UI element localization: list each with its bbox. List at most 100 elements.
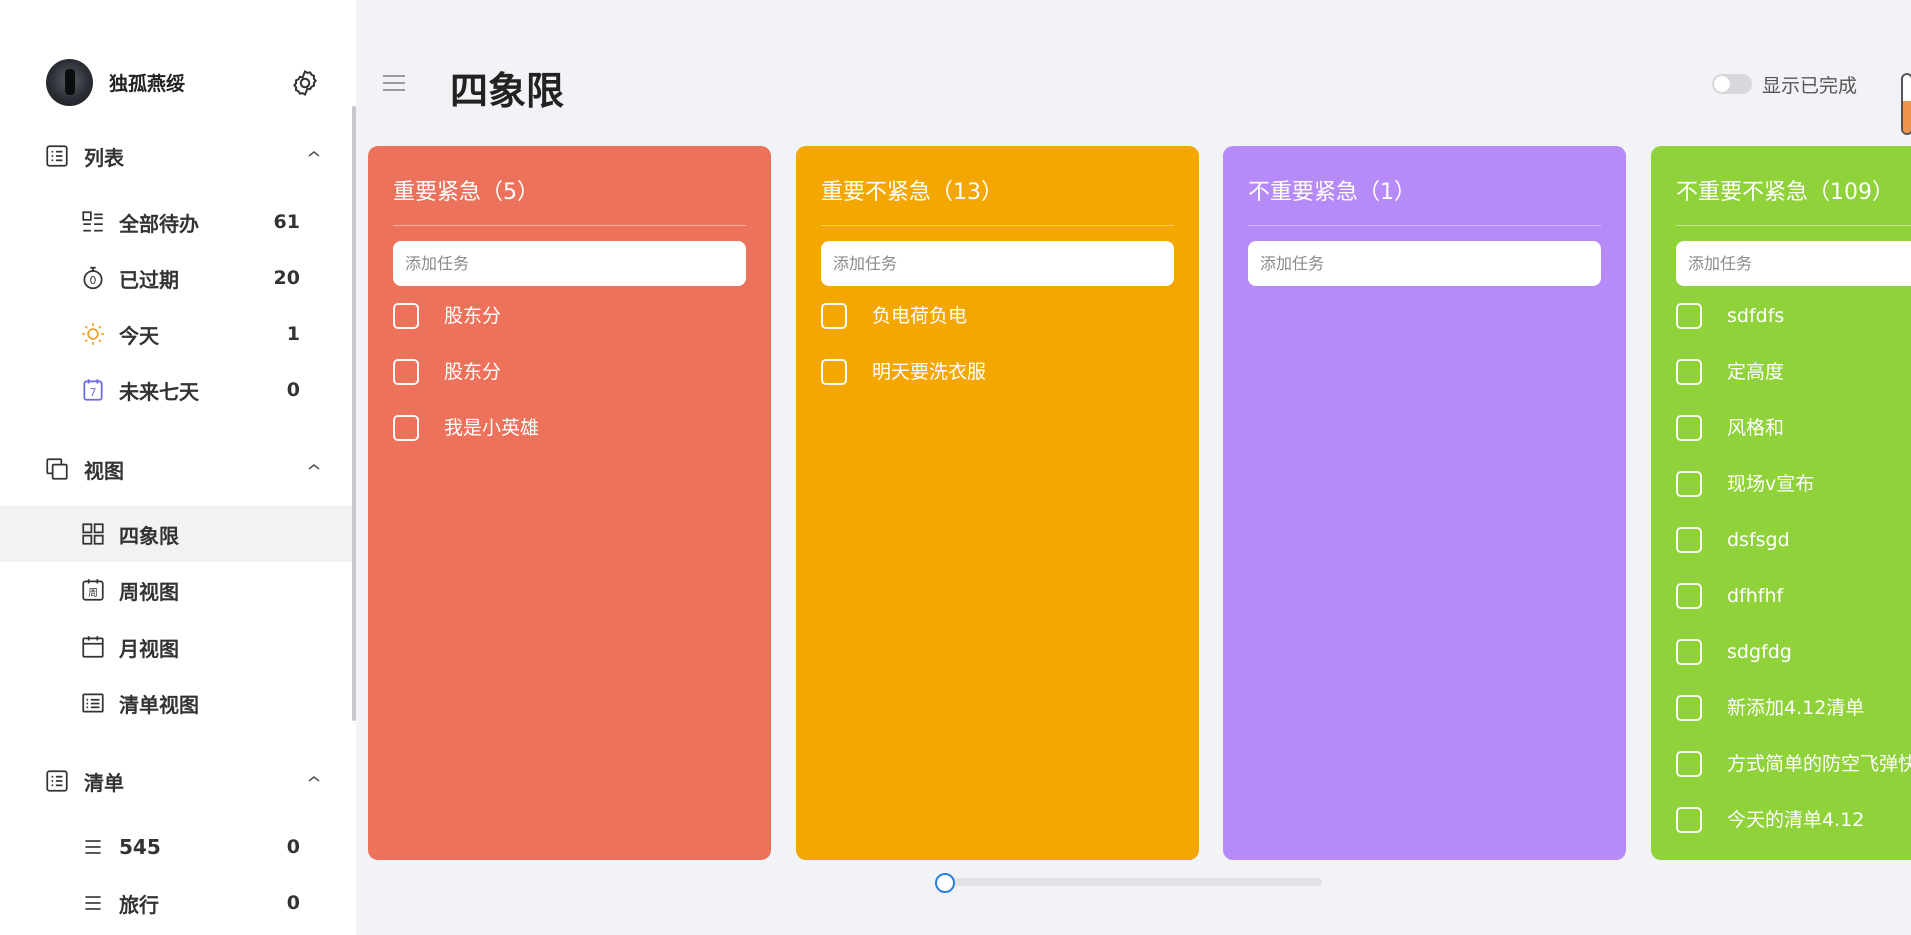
task-checkbox[interactable] (1676, 415, 1702, 441)
add-task-input[interactable] (1676, 241, 1911, 286)
page-title: 四象限 (450, 69, 565, 113)
task-title[interactable]: 现场v宣布 (1727, 469, 1814, 499)
sidebar-item-overdue[interactable]: 0 已过期 20 (0, 250, 352, 306)
task-item[interactable]: 股东分 (393, 301, 771, 357)
task-checkbox[interactable] (393, 359, 419, 385)
sidebar-item-label: 四象限 (119, 523, 179, 548)
task-title[interactable]: 明天要洗衣服 (872, 357, 986, 387)
task-checkbox[interactable] (1676, 359, 1702, 385)
task-item[interactable]: 股东分 (393, 357, 771, 413)
view-icon (46, 458, 68, 480)
sidebar-item-next-seven-days[interactable]: 7 未来七天 0 (0, 362, 352, 418)
task-item[interactable]: 明天要洗衣服 (821, 357, 1199, 413)
task-title[interactable]: dfhfhf (1727, 581, 1783, 611)
task-checkbox[interactable] (821, 359, 847, 385)
sidebar-item-label: 全部待办 (119, 211, 199, 236)
quadrant-column-not-important-urgent: 不重要紧急（1） (1223, 146, 1626, 860)
sun-icon (82, 323, 104, 345)
task-title[interactable]: sdgfdg (1727, 637, 1792, 667)
sidebar-item-label: 未来七天 (119, 379, 199, 404)
chevron-up-icon[interactable] (304, 769, 324, 789)
task-title[interactable]: sdfdfs (1727, 301, 1784, 331)
week-calendar-icon: 周 (82, 579, 104, 601)
task-item[interactable]: dsfsgd (1676, 525, 1911, 581)
task-checkbox[interactable] (1676, 639, 1702, 665)
task-checkbox[interactable] (393, 415, 419, 441)
task-item[interactable]: 我是小英雄 (393, 413, 771, 469)
show-completed-toggle-group[interactable]: 显示已完成 (1712, 72, 1857, 97)
column-title: 不重要紧急（1） (1248, 180, 1416, 205)
horizontal-scroll-thumb[interactable] (935, 873, 955, 893)
task-checkbox[interactable] (1676, 695, 1702, 721)
sidebar-item-today[interactable]: 今天 1 (0, 306, 352, 362)
task-item[interactable]: dfhfhf (1676, 581, 1911, 637)
column-title: 不重要不紧急（109） (1676, 180, 1894, 205)
task-item[interactable]: 负电荷负电 (821, 301, 1199, 357)
svg-text:7: 7 (90, 386, 97, 399)
sidebar-item-count: 0 (286, 836, 300, 858)
column-title: 重要不紧急（13） (821, 180, 1003, 205)
add-task-input[interactable] (393, 241, 746, 286)
task-checkbox[interactable] (1676, 751, 1702, 777)
sidebar-item-list-view[interactable]: 清单视图 (0, 675, 352, 731)
task-title[interactable]: 方式简单的防空飞弹快 (1727, 749, 1911, 779)
section-view-label: 视图 (84, 458, 124, 483)
avatar[interactable] (46, 58, 93, 106)
task-title[interactable]: 今天的清单4.12 (1727, 805, 1864, 835)
sidebar-item-count: 1 (286, 323, 300, 345)
list-view-icon (82, 693, 104, 713)
task-title[interactable]: 定高度 (1727, 357, 1784, 387)
task-checkbox[interactable] (821, 303, 847, 329)
task-checkbox[interactable] (393, 303, 419, 329)
task-title[interactable]: 股东分 (444, 357, 501, 387)
task-item[interactable]: 风格和 (1676, 413, 1911, 469)
column-divider (1676, 225, 1911, 226)
section-list-header[interactable]: 列表 (44, 140, 324, 172)
task-title[interactable]: 股东分 (444, 301, 501, 331)
task-checkbox[interactable] (1676, 471, 1702, 497)
task-title[interactable]: 负电荷负电 (872, 301, 967, 331)
task-title[interactable]: 我是小英雄 (444, 413, 539, 443)
show-completed-toggle[interactable] (1712, 74, 1752, 94)
task-title[interactable]: dsfsgd (1727, 525, 1790, 555)
sidebar-item-quadrant[interactable]: 四象限 (0, 506, 352, 562)
chevron-up-icon[interactable] (304, 457, 324, 477)
sidebar-item-label: 月视图 (119, 636, 179, 661)
task-list: 负电荷负电明天要洗衣服 (821, 301, 1199, 413)
section-checklist-header[interactable]: 清单 (44, 765, 324, 797)
task-item[interactable]: sdgfdg (1676, 637, 1911, 693)
sidebar-item-checklist-545[interactable]: 545 0 (0, 819, 352, 875)
task-checkbox[interactable] (1676, 527, 1702, 553)
gear-icon[interactable] (290, 68, 320, 98)
quadrant-column-important-not-urgent: 重要不紧急（13） 负电荷负电明天要洗衣服 (796, 146, 1199, 860)
progress-indicator (1901, 73, 1911, 135)
sidebar-item-label: 今天 (119, 323, 159, 348)
sidebar-item-label: 周视图 (119, 579, 179, 604)
task-checkbox[interactable] (1676, 583, 1702, 609)
task-checkbox[interactable] (1676, 303, 1702, 329)
task-item[interactable]: 现场v宣布 (1676, 469, 1911, 525)
task-item[interactable]: 定高度 (1676, 357, 1911, 413)
task-item[interactable]: sdfdfs (1676, 301, 1911, 357)
task-item[interactable]: 新添加4.12清单 (1676, 693, 1911, 749)
column-title: 重要紧急（5） (393, 180, 539, 205)
sidebar-item-week-view[interactable]: 周 周视图 (0, 562, 352, 618)
add-task-input[interactable] (1248, 241, 1601, 286)
add-task-input[interactable] (821, 241, 1174, 286)
task-item[interactable]: 方式简单的防空飞弹快 (1676, 749, 1911, 805)
section-view-header[interactable]: 视图 (44, 453, 324, 485)
sidebar-item-count: 0 (286, 379, 300, 401)
horizontal-scroll-track[interactable] (937, 878, 1322, 886)
task-checkbox[interactable] (1676, 807, 1702, 833)
menu-icon[interactable] (381, 72, 407, 94)
chevron-up-icon[interactable] (304, 144, 324, 164)
sidebar-item-month-view[interactable]: 月视图 (0, 619, 352, 675)
task-item[interactable]: 今天的清单4.12 (1676, 805, 1911, 860)
task-title[interactable]: 新添加4.12清单 (1727, 693, 1864, 723)
sidebar-item-checklist-travel[interactable]: 旅行 0 (0, 875, 352, 931)
task-title[interactable]: 风格和 (1727, 413, 1784, 443)
sidebar-item-all-tasks[interactable]: 全部待办 61 (0, 194, 352, 250)
list-icon (46, 145, 68, 167)
sidebar-scrollbar[interactable] (352, 106, 356, 721)
user-profile[interactable]: 独孤燕绥 (46, 58, 185, 106)
